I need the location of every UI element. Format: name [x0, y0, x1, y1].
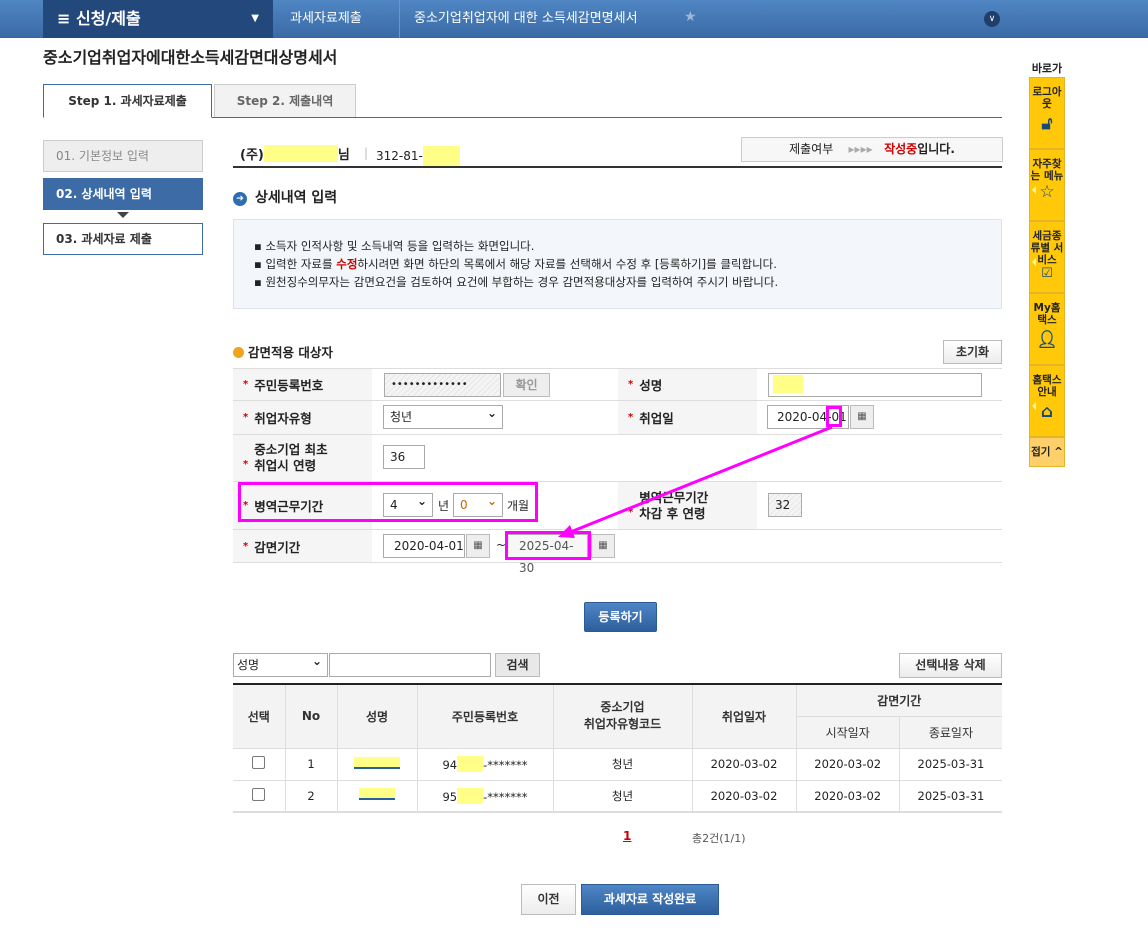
row-type: 청년 [552, 747, 693, 781]
row-hire: 2020-03-02 [691, 747, 797, 781]
col-header: 시작일자 [796, 715, 900, 749]
row-no: 1 [284, 747, 338, 781]
row-checkbox[interactable] [252, 756, 266, 769]
delete-selected-button[interactable]: 선택내용 삭제 [899, 653, 1002, 678]
quick-tax-services[interactable]: 세금종류별 서비스 ☑ [1029, 221, 1065, 293]
name-link[interactable] [359, 788, 395, 801]
col-header: 감면기간 [795, 683, 1002, 717]
col-header: 종료일자 [898, 715, 1002, 749]
quick-logout[interactable]: 로그아웃 🔓︎ [1029, 77, 1065, 149]
unlock-icon: 🔓︎ [1041, 114, 1053, 134]
row-type: 청년 [552, 779, 693, 813]
quick-fold-button[interactable]: 접기 ^ [1029, 437, 1065, 467]
tab-step1[interactable]: Step 1. 과세자료제출 [43, 84, 212, 118]
search-button[interactable]: 검색 [495, 653, 540, 677]
col-header: 중소기업 취업자유형코드 [552, 683, 693, 749]
quick-favorites[interactable]: 자주찾는 메뉴 ☆ [1029, 149, 1065, 221]
name-link[interactable] [354, 756, 400, 769]
total-count: 총2건(1/1) [692, 832, 746, 845]
row-hire: 2020-03-02 [691, 779, 797, 813]
register-button[interactable]: 등록하기 [584, 602, 657, 632]
row-checkbox[interactable] [252, 787, 266, 801]
row-end: 2025-03-31 [898, 779, 1002, 813]
col-header: 주민등록번호 [416, 683, 554, 749]
search-input[interactable] [329, 653, 491, 677]
complete-button[interactable]: 과세자료 작성완료 [581, 884, 719, 915]
quick-hometax-guide[interactable]: 홈택스안내 ⌂ [1029, 365, 1065, 437]
row-no: 2 [284, 779, 338, 813]
row-start: 2020-03-02 [795, 779, 900, 813]
col-header: 성명 [336, 683, 418, 749]
quick-my-hometax[interactable]: My홈택스 👤︎ [1029, 293, 1065, 365]
col-header: 선택 [233, 683, 286, 749]
row-rrn: 95 -******* [416, 779, 554, 813]
result-table: 선택 No 성명 주민등록번호 중소기업 취업자유형코드 취업일자 감면기간 시… [233, 683, 1002, 813]
table-row[interactable]: 2 95 -******* 청년 2020-03-02 2020-03-02 20… [233, 779, 1002, 813]
page-link[interactable]: 1 [623, 829, 631, 843]
checkbox-icon: ☑ [1041, 266, 1053, 281]
row-rrn: 94 -******* [416, 747, 554, 781]
table-row[interactable]: 1 94 -******* 청년 2020-03-02 2020-03-02 20… [233, 747, 1002, 781]
search-field-select[interactable]: 성명 [233, 650, 328, 677]
prev-button[interactable]: 이전 [521, 884, 576, 915]
col-header: No [284, 683, 338, 749]
row-start: 2020-03-02 [795, 747, 900, 781]
col-header: 취업일자 [691, 683, 797, 749]
row-end: 2025-03-31 [898, 747, 1002, 781]
user-icon: 👤︎ [1036, 330, 1058, 350]
